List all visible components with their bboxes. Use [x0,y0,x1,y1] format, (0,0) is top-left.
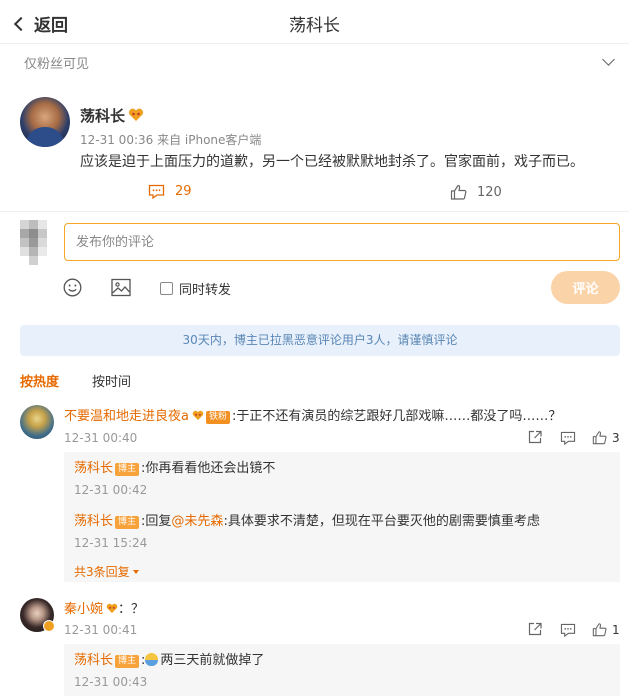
share-icon[interactable] [528,622,543,636]
reply-prefix: :回复 [141,514,172,529]
share-icon[interactable] [528,430,543,444]
thumb-up-icon[interactable] [592,430,607,445]
blogger-badge: 博主 [115,655,140,668]
blacklist-notice: 30天内，博主已拉黑恶意评论用户3人，请谨慎评论 [20,325,620,356]
vip-heart-icon [106,603,118,613]
reply-author[interactable]: 荡科长 [74,461,113,476]
verified-icon [43,620,55,632]
commenter-name[interactable]: 秦小婉 [64,602,103,617]
more-replies-link[interactable]: 共3条回复 [74,563,139,580]
sort-by-hot-tab[interactable]: 按热度 [20,371,59,390]
blogger-badge: 博主 [115,516,140,529]
comment-line: 不要温和地走进良夜a 铁粉:于正不还有演员的综艺跟好几部戏嘛……都没了吗……？ [64,405,561,424]
comments-count: 29 [175,184,192,199]
reply-author[interactable]: 荡科长 [74,514,113,529]
reply-author[interactable]: 荡科长 [74,653,113,668]
post-comments-button[interactable]: 29 [148,184,192,199]
sort-by-time-tab[interactable]: 按时间 [92,371,131,390]
my-avatar [20,220,54,266]
reply-time: 12-31 00:42 [74,483,148,497]
reply-line: 荡科长 博主:回复@未先森:具体要求不清楚，但现在平台要灭他的剧需要慎重考虑 [74,510,540,529]
thumb-up-icon[interactable] [592,622,607,637]
comment-icon[interactable] [560,623,576,637]
comment-likes-count: 1 [612,623,620,637]
post-author-name[interactable]: 荡科长 [80,105,125,126]
chevron-down-icon[interactable] [602,53,615,66]
post-text: 应该是迫于上面压力的道歉，另一个已经被默默地封杀了。官家面前，戏子而已。 [80,154,584,170]
submit-comment-button[interactable]: 评论 [551,271,620,304]
mention-link[interactable]: @未先森 [171,514,223,529]
reply-text: 两三天前就做掉了 [160,653,265,668]
repost-toggle[interactable]: 同时转发 [160,279,231,298]
comment-time: 12-31 00:41 [64,623,138,637]
reply-time: 12-31 15:24 [74,536,148,550]
post-author-avatar[interactable] [20,97,70,147]
comment-likes-count: 3 [612,431,620,445]
vip-heart-icon [128,108,144,121]
reply-line: 荡科长 博主:你再看看他还会出镜不 [74,457,275,476]
repost-label: 同时转发 [179,283,232,298]
repost-checkbox[interactable] [160,282,173,295]
emoji-icon[interactable] [63,278,82,297]
comment-icon [148,184,165,199]
post-like-button[interactable]: 120 [450,184,502,200]
comment-icon[interactable] [560,431,576,445]
caret-down-icon [132,570,139,574]
reply-text: :具体要求不清楚，但现在平台要灭他的剧需要慎重考虑 [223,514,540,529]
top-bar: 返回 荡科长 [0,0,629,44]
visibility-label: 仅粉丝可见 [24,57,90,72]
commenter-name[interactable]: 不要温和地走进良夜a [64,409,189,424]
page-title: 荡科长 [289,16,340,36]
comment-text: :于正不还有演员的综艺跟好几部戏嘛……都没了吗……？ [231,409,562,424]
comment-input[interactable] [64,223,620,261]
image-icon[interactable] [111,278,131,297]
thumb-up-icon [450,184,467,200]
vip-heart-icon [192,410,204,420]
post-meta: 12-31 00:36 来自 iPhone客户端 [80,133,262,147]
divider [0,211,629,212]
reply-line: 荡科长 博主: 两三天前就做掉了 [74,649,264,668]
comment-avatar[interactable] [20,405,54,439]
likes-count: 120 [477,184,502,200]
more-replies-label: 共3条回复 [74,565,130,579]
comment-text: ：？ [118,602,145,617]
blogger-badge: 博主 [115,463,140,476]
reply-time: 12-31 00:43 [74,675,148,689]
emoji-icon [145,653,159,666]
reply-text: :你再看看他还会出镜不 [141,461,276,476]
comment-line: 秦小婉 ：？ [64,598,144,617]
fan-badge: 铁粉 [205,411,230,424]
comment-time: 12-31 00:40 [64,431,138,445]
